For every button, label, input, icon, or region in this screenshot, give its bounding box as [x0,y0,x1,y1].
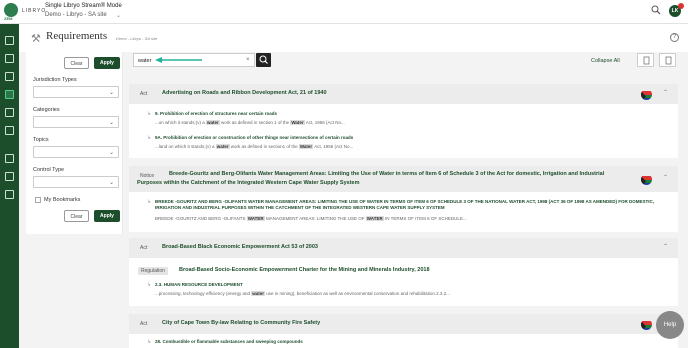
clear-button-bottom[interactable]: Clear [64,210,89,222]
result-card: Act Advertising on Roads and Ribbon Deve… [129,84,678,158]
notification-badge-icon [678,3,684,9]
sub-arrow-icon: ↳ [147,111,152,117]
section-link[interactable]: BREEDE -GOURITZ AND BERG -OLIFANTS WATER… [155,199,665,211]
apply-button[interactable]: Apply [94,57,120,69]
control-type-select[interactable]: ⌄ [33,176,119,188]
section-snippet: ...processing, technology efficiency (en… [155,291,450,296]
sidebar-item-calendar[interactable] [5,36,14,45]
page-header: ⚒ Requirements Demo - Libryo - SA site ? [19,24,688,52]
section-link[interactable]: 2.3. HUMAN RESOURCE DEVELOPMENT [155,282,243,288]
result-card: Notice Breede-Gouritz and Berg-Olifants … [129,166,678,232]
site-selector[interactable]: Demo - Libryo - SA site [45,12,107,18]
section-snippet: ...on which it stands;(v) a water work a… [155,120,345,125]
sidebar-item-requirements[interactable] [5,90,14,99]
search-icon [259,55,268,64]
chevron-up-icon[interactable]: ⌃ [663,89,668,96]
sidebar-item-documents[interactable] [5,154,14,163]
download-excel-button[interactable] [659,53,676,67]
result-header[interactable]: Notice Breede-Gouritz and Berg-Olifants … [129,166,678,192]
sidebar-item-reports[interactable] [5,172,14,181]
jurisdiction-label: Jurisdiction Types [33,77,77,83]
result-type: Act [140,91,148,97]
chevron-down-icon[interactable]: ⌄ [116,12,121,19]
chevron-down-icon: ⌄ [108,90,114,96]
sub-arrow-icon: ↳ [147,199,152,205]
clear-search-icon[interactable]: × [246,57,250,63]
sidebar-item-tasks[interactable] [5,108,14,117]
result-type: Act [140,321,148,327]
gavel-icon: ⚒ [31,33,41,45]
sidebar-item-folders[interactable] [5,126,14,135]
clear-button[interactable]: Clear [64,57,89,69]
apply-button-bottom[interactable]: Apply [94,210,120,222]
categories-label: Categories [33,107,60,113]
bookmarks-label: My Bookmarks [44,197,81,203]
page-title: Requirements [46,30,108,42]
sidebar-item-notifications[interactable] [5,72,14,81]
collapse-all-link[interactable]: Collapse All [591,58,620,64]
result-header[interactable]: Act Broad-Based Black Economic Empowerme… [129,238,678,258]
sidebar-item-drafts[interactable] [5,54,14,63]
result-title[interactable]: Breede-Gouritz and Berg-Olifants Water M… [137,170,627,188]
chevron-down-icon: ⌄ [108,180,114,186]
search-icon[interactable] [651,5,661,15]
info-icon[interactable]: ? [670,33,679,42]
result-header[interactable]: Act City of Cape Town By-law Relating to… [129,314,678,334]
arrow-left-icon [155,57,202,63]
result-card: Act City of Cape Town By-law Relating to… [129,314,678,348]
chevron-up-icon[interactable]: ⌃ [663,243,668,250]
search-value: water [138,58,152,64]
document-icon [665,56,672,65]
breadcrumb: Demo - Libryo - SA site [116,36,158,41]
bookmarks-checkbox[interactable] [35,197,41,203]
result-title[interactable]: Broad-Based Black Economic Empowerment A… [162,243,318,252]
sub-arrow-icon: ↳ [147,282,152,288]
regulation-badge: Regulation [138,267,168,275]
chevron-down-icon: ⌄ [108,150,114,156]
topics-select[interactable]: ⌄ [33,146,119,158]
chevron-down-icon: ⌄ [108,120,114,126]
top-bar: ZEM LIBRYO Single Libryo Stream® Mode De… [0,0,688,24]
result-header[interactable]: Act Advertising on Roads and Ribbon Deve… [129,84,678,104]
result-title[interactable]: Advertising on Roads and Ribbon Developm… [162,89,327,98]
brand-label: LIBRYO [22,8,47,14]
sidebar [0,24,19,348]
result-title[interactable]: City of Cape Town By-law Relating to Com… [162,319,320,328]
section-snippet: ...land on which it stands;(v) a water w… [155,144,354,149]
libryo-logo-icon[interactable] [4,3,18,17]
categories-select[interactable]: ⌄ [33,116,119,128]
mode-title: Single Libryo Stream® Mode [45,3,122,9]
section-link[interactable]: 9. Prohibition of erection of structures… [155,111,277,117]
south-africa-flag-icon [641,174,652,185]
sub-arrow-icon: ↳ [147,339,152,345]
jurisdiction-select[interactable]: ⌄ [33,86,119,98]
topics-label: Topics [33,137,49,143]
result-type: Act [140,245,148,251]
south-africa-flag-icon [641,89,652,100]
sidebar-item-org-chart[interactable] [5,190,14,199]
download-pdf-button[interactable] [637,53,654,67]
section-snippet: BREEDE -GOURITZ AND BERG -OLIFANTS WATER… [155,216,467,221]
section-link[interactable]: 9A. Prohibition of erection or construct… [155,135,353,141]
help-button[interactable]: Help [656,311,684,339]
result-card: Act Broad-Based Black Economic Empowerme… [129,238,678,306]
logo-subtext: ZEM [4,16,13,21]
chevron-up-icon[interactable]: ⌃ [663,174,668,181]
search-button[interactable] [256,53,271,67]
document-icon [643,56,650,65]
regulation-title[interactable]: Broad-Based Socio-Economic Empowerment C… [179,266,430,275]
control-type-label: Control Type [33,167,65,173]
sub-arrow-icon: ↳ [147,135,152,141]
south-africa-flag-icon [641,319,652,330]
section-link[interactable]: 28. Combustible or flammable substances … [155,339,303,345]
filter-panel: Clear Apply Jurisdiction Types ⌄ Categor… [26,52,123,234]
